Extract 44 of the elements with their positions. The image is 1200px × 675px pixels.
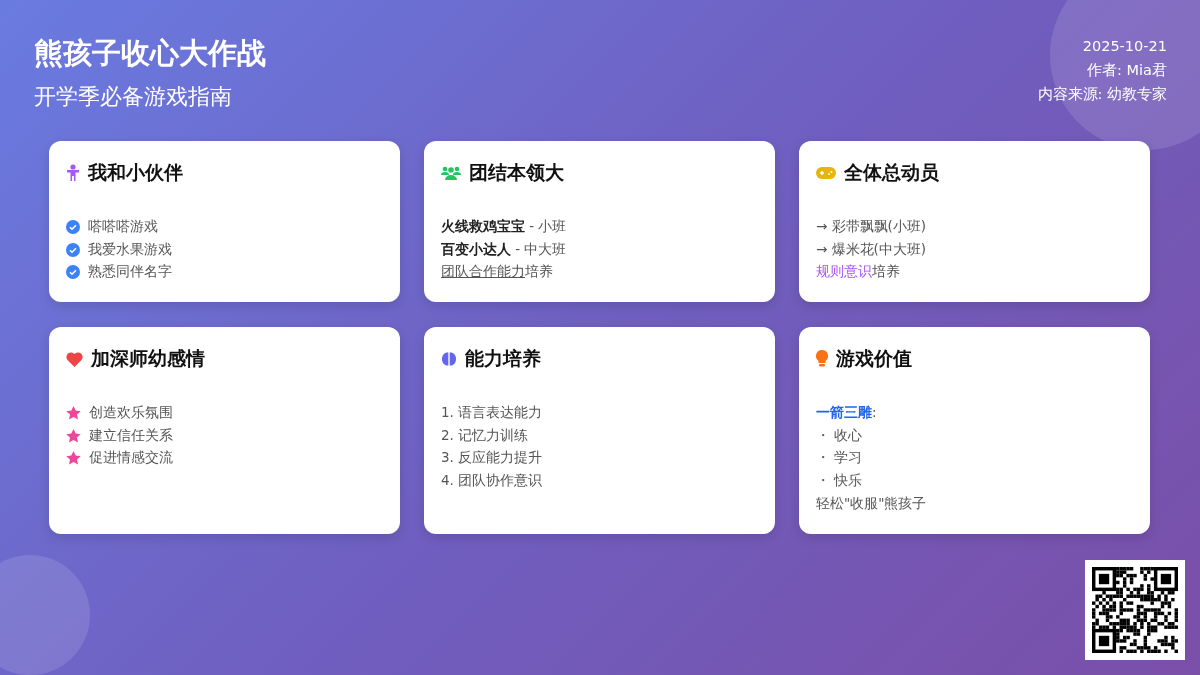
- list-item: 促进情感交流: [89, 449, 173, 468]
- card-title: 全体总动员: [844, 160, 939, 185]
- card-title: 我和小伙伴: [88, 160, 183, 185]
- check-circle-icon: [66, 242, 80, 257]
- check-circle-icon: [66, 220, 80, 235]
- list-item: ・ 收心: [816, 426, 863, 445]
- slide-title: 熊孩子收心大作战: [34, 35, 266, 72]
- heart-icon: [66, 351, 83, 367]
- list-item: 团队合作能力培养: [441, 263, 553, 282]
- gamepad-icon: [816, 167, 836, 179]
- card-title: 游戏价值: [836, 346, 912, 371]
- card-title: 团结本领大: [469, 160, 564, 185]
- list-item: 2. 记忆力训练: [441, 426, 529, 445]
- list-item: 1. 语言表达能力: [441, 404, 543, 423]
- list-item: 一箭三雕:: [816, 404, 877, 423]
- list-item: 轻松"收服"熊孩子: [816, 494, 927, 513]
- list-item: 熟悉同伴名字: [88, 263, 172, 282]
- list-item: 火线救鸡宝宝 - 小班: [441, 218, 567, 237]
- meta-text: 作者: Mia君: [1086, 61, 1167, 80]
- people-icon: [441, 166, 461, 180]
- card-title: 能力培养: [465, 346, 541, 371]
- list-item: → 爆米花(中大班): [816, 240, 927, 259]
- list-item: 4. 团队协作意识: [441, 472, 543, 491]
- list-item: 创造欢乐氛围: [89, 404, 173, 423]
- star-icon: [66, 451, 81, 466]
- list-item: 建立信任关系: [89, 426, 173, 445]
- card-title: 加深师幼感情: [91, 346, 205, 371]
- star-icon: [66, 406, 81, 420]
- person-icon: [67, 164, 79, 181]
- list-item: ・ 学习: [816, 449, 863, 468]
- list-item: 百变小达人 - 中大班: [441, 240, 567, 259]
- list-item: 嗒嗒嗒游戏: [88, 218, 158, 237]
- list-item: → 彩带飘飘(小班): [816, 218, 927, 237]
- slide-subtitle: 开学季必备游戏指南: [34, 83, 233, 111]
- star-icon: [66, 428, 81, 443]
- list-item: 我爱水果游戏: [88, 240, 172, 259]
- meta-text: 2025-10-21: [1081, 37, 1167, 56]
- meta-text: 内容来源: 幼教专家: [1037, 85, 1167, 104]
- qr-code-icon: [1092, 567, 1178, 653]
- list-item: 规则意识培养: [816, 263, 900, 282]
- lightbulb-icon: [816, 350, 828, 367]
- list-item: 3. 反应能力提升: [441, 449, 543, 468]
- check-circle-icon: [66, 265, 80, 280]
- list-item: ・ 快乐: [816, 472, 863, 491]
